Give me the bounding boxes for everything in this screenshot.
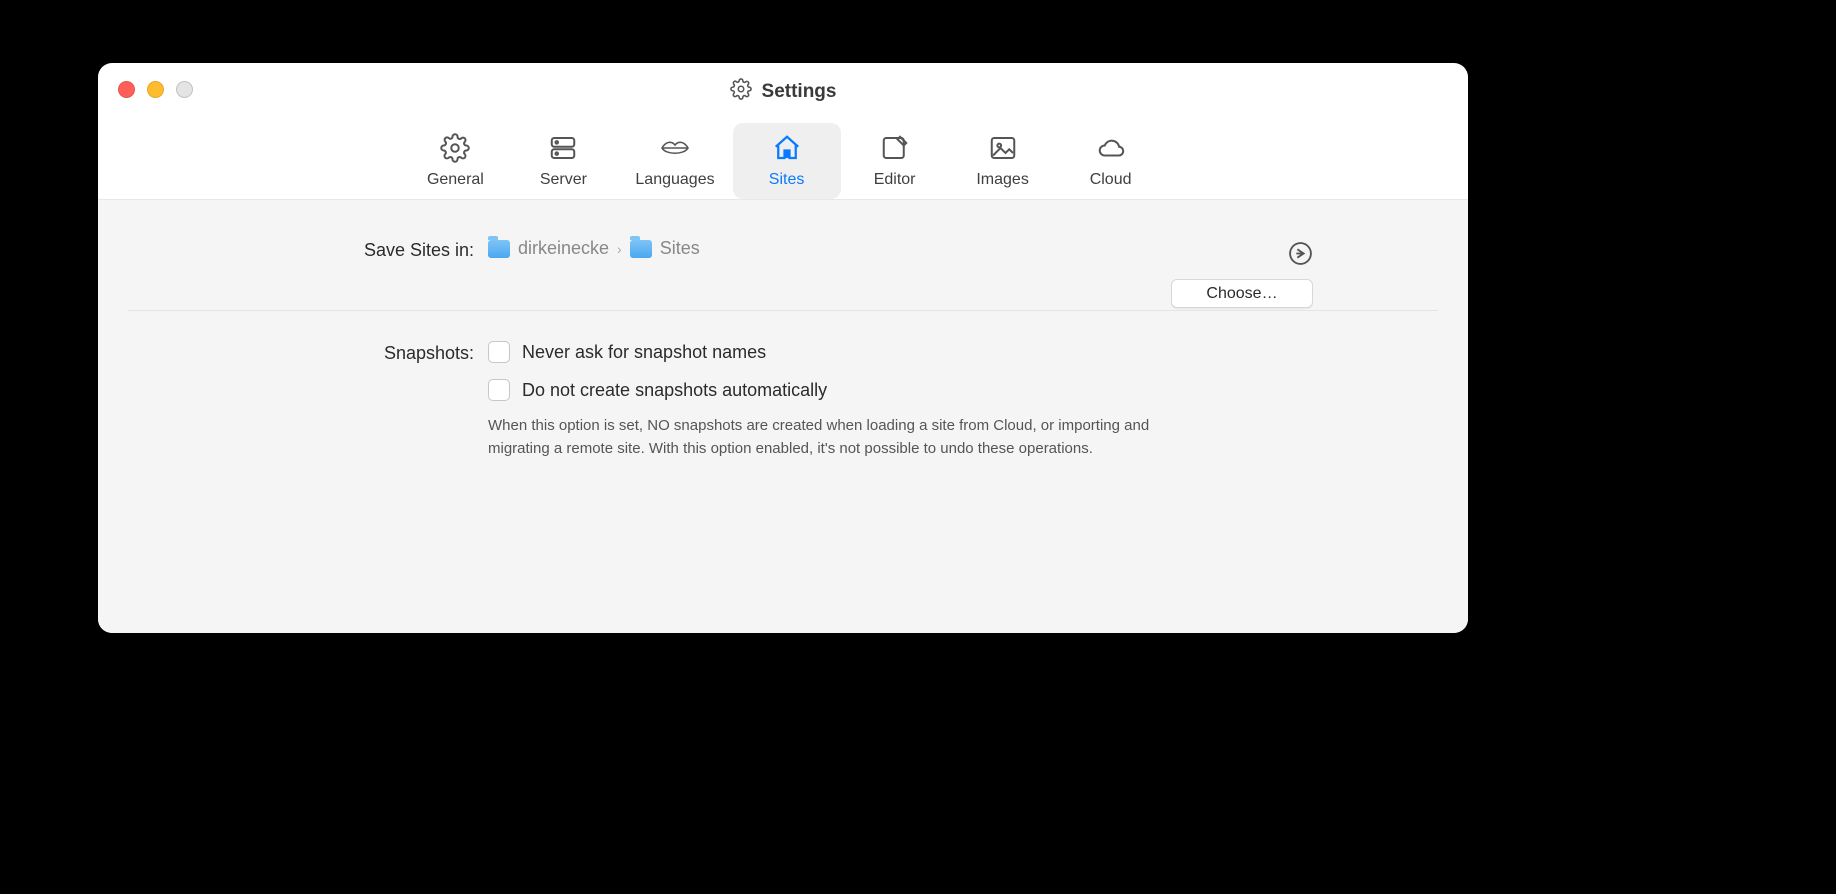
never-ask-checkbox[interactable] [488,341,510,363]
gear-icon [440,133,470,163]
minimize-window-button[interactable] [147,81,164,98]
no-auto-label[interactable]: Do not create snapshots automatically [522,380,827,401]
save-sites-row: Save Sites in: dirkeinecke › Sites [98,238,1468,262]
save-sites-label: Save Sites in: [98,238,488,262]
gear-icon [730,78,752,106]
tab-cloud[interactable]: Cloud [1057,123,1165,199]
tab-editor[interactable]: Editor [841,123,949,199]
tab-languages[interactable]: Languages [617,123,732,199]
tab-label: General [427,171,484,189]
tab-label: Images [976,171,1028,189]
no-auto-checkbox-row: Do not create snapshots automatically [488,379,1428,401]
sites-pane: Save Sites in: dirkeinecke › Sites Choos… [98,199,1468,633]
editor-icon [880,133,910,163]
tab-label: Editor [874,171,916,189]
save-path-breadcrumb[interactable]: dirkeinecke › Sites [488,238,1428,259]
titlebar: Settings [98,63,1468,111]
zoom-window-button[interactable] [176,81,193,98]
snapshots-help-text: When this option is set, NO snapshots ar… [488,415,1168,460]
home-icon [772,133,802,163]
path-segment-current: Sites [660,238,700,259]
path-segment-parent: dirkeinecke [518,238,609,259]
reveal-in-finder-button[interactable] [1288,241,1313,271]
snapshots-label: Snapshots: [98,341,488,365]
tab-sites[interactable]: Sites [733,123,841,199]
chevron-right-icon: › [617,241,622,257]
window-controls [118,81,193,98]
settings-window: Settings General Server [98,63,1468,633]
image-icon [988,133,1018,163]
tab-label: Languages [635,171,714,189]
close-window-button[interactable] [118,81,135,98]
tab-label: Sites [769,171,805,189]
window-title: Settings [730,68,837,106]
choose-button[interactable]: Choose… [1171,279,1313,308]
never-ask-label[interactable]: Never ask for snapshot names [522,342,766,363]
tab-label: Cloud [1090,171,1132,189]
server-icon [548,133,578,163]
lips-icon [660,133,690,163]
snapshots-row: Snapshots: Never ask for snapshot names … [98,341,1468,460]
window-title-text: Settings [762,81,837,103]
folder-icon [630,240,652,258]
tab-label: Server [540,171,587,189]
folder-icon [488,240,510,258]
no-auto-checkbox[interactable] [488,379,510,401]
tab-general[interactable]: General [401,123,509,199]
preferences-toolbar: General Server Languages [98,111,1468,199]
tab-images[interactable]: Images [949,123,1057,199]
choose-button-label: Choose… [1206,285,1277,303]
cloud-icon [1096,133,1126,163]
never-ask-checkbox-row: Never ask for snapshot names [488,341,1428,363]
tab-server[interactable]: Server [509,123,617,199]
divider [128,310,1438,311]
